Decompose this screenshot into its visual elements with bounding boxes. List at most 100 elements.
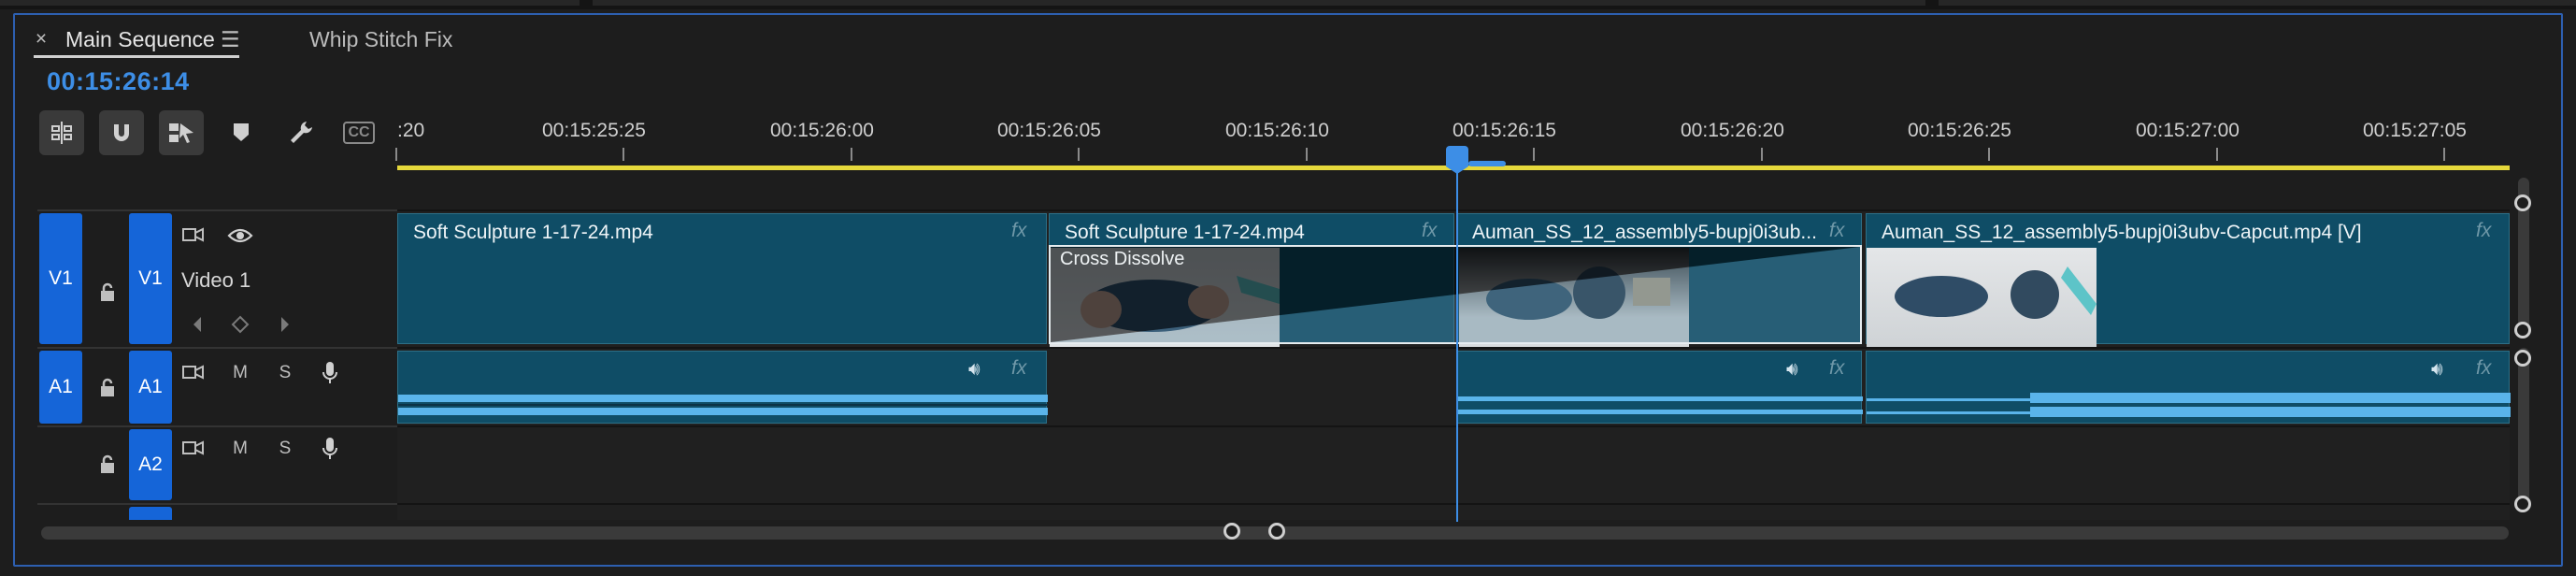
tab-whip-stitch-fix[interactable]: Whip Stitch Fix xyxy=(309,21,452,58)
ruler-label: 00:15:27:00 xyxy=(2136,120,2240,141)
clip-name: Auman_SS_12_assembly5-bupj0i3ubv-Capcut.… xyxy=(1882,222,2362,243)
scroll-handle[interactable] xyxy=(2514,350,2531,367)
marker-icon[interactable] xyxy=(222,110,260,155)
ruler-tick xyxy=(623,148,624,161)
audio-waveform xyxy=(398,395,1048,415)
clip-name: Auman_SS_12_assembly5-bupj0i3ub... xyxy=(1472,222,1817,243)
ruler-tick xyxy=(2216,148,2218,161)
mute-button[interactable]: M xyxy=(226,359,254,387)
ruler-label: 00:15:26:15 xyxy=(1453,120,1556,141)
mute-button[interactable]: M xyxy=(226,435,254,463)
track-divider xyxy=(37,425,397,427)
wrench-settings-icon[interactable] xyxy=(282,110,320,155)
ruler-tick xyxy=(1306,148,1308,161)
next-keyframe-icon[interactable] xyxy=(271,310,299,338)
playhead-timecode[interactable]: 00:15:26:14 xyxy=(47,67,190,96)
transition-label: Cross Dissolve xyxy=(1060,249,1185,269)
scroll-handle[interactable] xyxy=(2514,496,2531,512)
fx-badge[interactable]: fx xyxy=(1011,220,1026,242)
ruler-label: 00:15:26:10 xyxy=(1225,120,1329,141)
track-divider xyxy=(37,503,397,505)
track-divider xyxy=(37,209,397,211)
ruler-tick xyxy=(851,148,852,161)
fx-badge[interactable]: fx xyxy=(1422,220,1437,242)
ruler-tick xyxy=(395,148,397,161)
playhead-line[interactable] xyxy=(1456,166,1458,522)
tab-menu-icon[interactable]: ☰ xyxy=(221,21,243,58)
audio-clip[interactable]: 🔊︎ fx xyxy=(1456,351,1863,424)
volume-keyframe-icon[interactable]: 🔊︎ xyxy=(968,359,980,381)
v1-target-track[interactable]: V1 xyxy=(129,213,172,344)
ruler-tick xyxy=(1988,148,1990,161)
ruler-tick xyxy=(1078,148,1080,161)
sync-lock-icon[interactable] xyxy=(179,359,208,387)
ruler-label: 00:15:26:00 xyxy=(770,120,874,141)
scroll-handle[interactable] xyxy=(2514,322,2531,338)
ruler-label: 00:15:27:05 xyxy=(2363,120,2467,141)
linked-selection-icon[interactable] xyxy=(159,110,204,155)
ruler-label: 00:15:26:25 xyxy=(1908,120,2011,141)
playhead-range xyxy=(1468,161,1506,166)
captions-icon[interactable]: CC xyxy=(340,110,378,155)
previous-keyframe-icon[interactable] xyxy=(183,310,211,338)
fx-badge[interactable]: fx xyxy=(2476,220,2491,242)
top-strip xyxy=(0,0,2576,9)
ruler-label: 00:15:26:20 xyxy=(1681,120,1784,141)
volume-keyframe-icon[interactable]: 🔊︎ xyxy=(1786,359,1798,381)
ruler-label: 00:15:26:05 xyxy=(997,120,1101,141)
a3-target-track[interactable] xyxy=(129,507,172,520)
lock-icon[interactable] xyxy=(93,451,122,479)
voiceover-mic-icon[interactable] xyxy=(316,435,344,463)
cross-dissolve-transition[interactable]: Cross Dissolve xyxy=(1049,245,1862,344)
fx-badge[interactable]: fx xyxy=(1829,220,1844,242)
voiceover-mic-icon[interactable] xyxy=(316,359,344,387)
zoom-handle-left[interactable] xyxy=(1224,523,1240,540)
lane-divider xyxy=(397,425,2510,427)
clip-name: Soft Sculpture 1-17-24.mp4 xyxy=(1065,222,1305,243)
snap-magnet-icon[interactable] xyxy=(99,110,144,155)
v1-track-name[interactable]: Video 1 xyxy=(181,268,250,293)
active-tab-underline xyxy=(34,55,239,58)
track-divider xyxy=(37,347,397,349)
v1-source-patch[interactable]: V1 xyxy=(39,213,82,344)
sync-lock-icon[interactable] xyxy=(179,222,208,250)
a2-target-track[interactable]: A2 xyxy=(129,429,172,500)
clip-name: Soft Sculpture 1-17-24.mp4 xyxy=(413,222,653,243)
lane-divider xyxy=(397,503,2510,505)
sync-lock-icon[interactable] xyxy=(179,435,208,463)
audio-waveform xyxy=(1457,396,1863,414)
audio-waveform xyxy=(1867,393,2511,417)
solo-button[interactable]: S xyxy=(271,435,299,463)
scroll-handle[interactable] xyxy=(2514,194,2531,211)
tab-close-icon[interactable]: × xyxy=(32,21,50,58)
tab-main-sequence[interactable]: Main Sequence xyxy=(65,21,215,58)
ruler-tick xyxy=(1761,148,1763,161)
a1-source-patch[interactable]: A1 xyxy=(39,351,82,424)
clip-thumbnail xyxy=(1867,248,2097,347)
audio-clip[interactable]: 🔊︎ fx xyxy=(1866,351,2511,424)
eye-icon[interactable] xyxy=(226,222,254,250)
playhead-handle[interactable] xyxy=(1446,146,1468,174)
video-clip[interactable]: Auman_SS_12_assembly5-bupj0i3ubv-Capcut.… xyxy=(1866,213,2510,347)
fx-badge[interactable]: fx xyxy=(1829,357,1844,380)
captions-label: CC xyxy=(343,122,375,144)
audio-clip[interactable]: 🔊︎ fx xyxy=(397,351,1048,424)
fx-badge[interactable]: fx xyxy=(1011,357,1026,380)
volume-keyframe-icon[interactable]: 🔊︎ xyxy=(2431,359,2443,381)
audio-vertical-scrollbar[interactable] xyxy=(2518,348,2529,511)
a1-target-track[interactable]: A1 xyxy=(129,351,172,424)
lock-icon[interactable] xyxy=(93,279,122,307)
zoom-handle-right[interactable] xyxy=(1268,523,1285,540)
add-keyframe-icon[interactable] xyxy=(226,310,254,338)
solo-button[interactable]: S xyxy=(271,359,299,387)
lane-divider xyxy=(397,347,2510,349)
ruler-tick xyxy=(1533,148,1535,161)
video-clip[interactable]: Soft Sculpture 1-17-24.mp4 fx xyxy=(397,213,1047,344)
fx-badge[interactable]: fx xyxy=(2476,357,2491,380)
ruler-label: :20 xyxy=(397,120,425,141)
ruler-tick xyxy=(2443,148,2445,161)
insert-sequence-nested-icon[interactable] xyxy=(39,110,84,155)
ruler-label: 00:15:25:25 xyxy=(542,120,646,141)
lock-icon[interactable] xyxy=(93,374,122,402)
lane-divider xyxy=(397,209,2510,211)
